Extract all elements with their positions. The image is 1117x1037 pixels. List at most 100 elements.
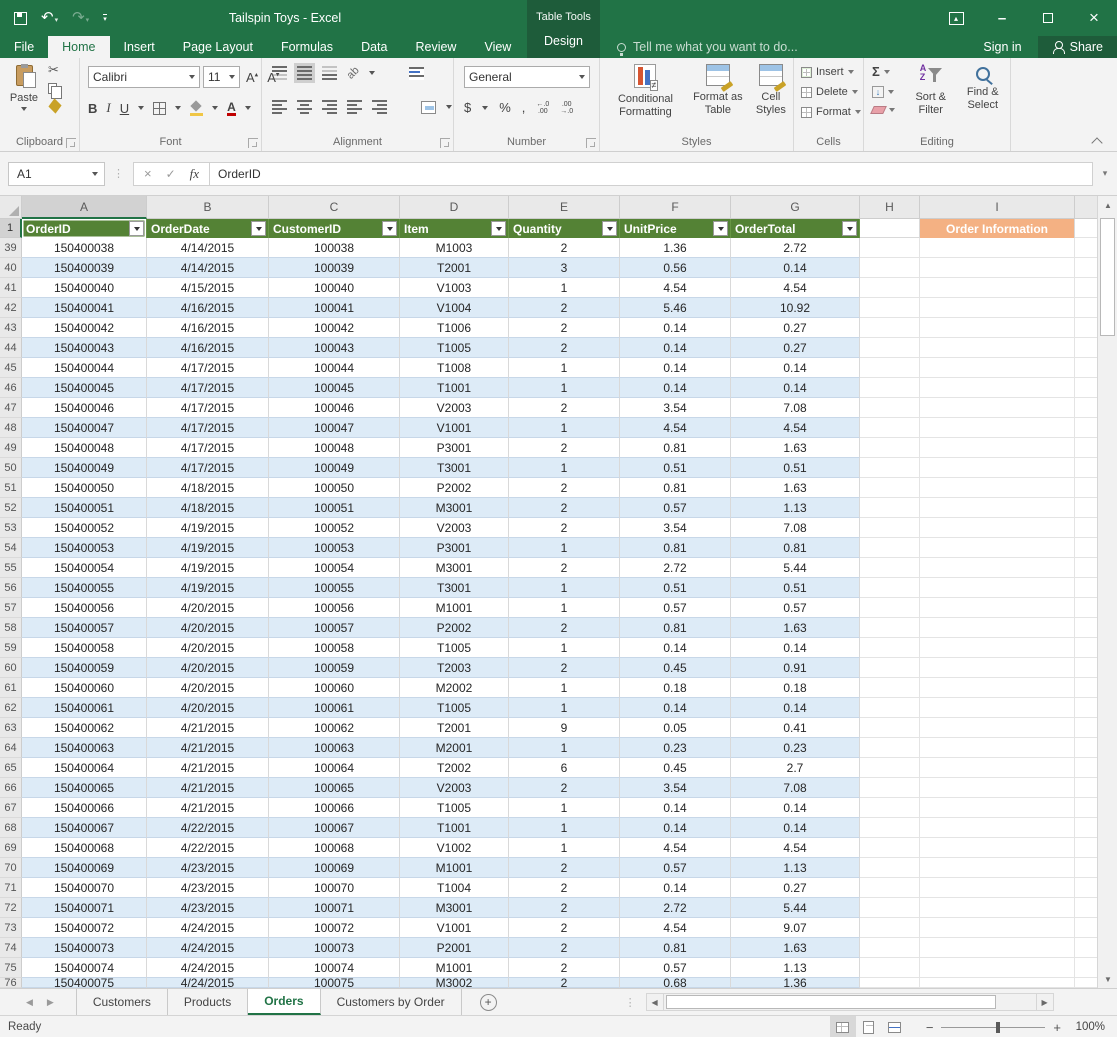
cell-orderdate[interactable]: 4/17/2015 [147, 378, 269, 398]
cell-empty[interactable] [920, 378, 1075, 398]
row-number[interactable]: 44 [0, 338, 22, 358]
cell-item[interactable]: M1001 [400, 858, 509, 878]
cell-orderdate[interactable]: 4/17/2015 [147, 398, 269, 418]
tab-insert[interactable]: Insert [110, 36, 169, 58]
zoom-out-button[interactable]: − [926, 1020, 934, 1035]
cell-ordertotal[interactable]: 5.44 [731, 898, 860, 918]
cell-orderid[interactable]: 150400040 [22, 278, 147, 298]
cell-empty[interactable] [860, 458, 920, 478]
cell-orderdate[interactable]: 4/18/2015 [147, 498, 269, 518]
zoom-slider-handle[interactable] [996, 1022, 1000, 1033]
cell-unitprice[interactable]: 0.45 [620, 658, 731, 678]
cell-unitprice[interactable]: 0.14 [620, 698, 731, 718]
increase-indent-icon[interactable] [372, 100, 387, 114]
cell-item[interactable]: M1003 [400, 238, 509, 258]
cell-empty[interactable] [920, 898, 1075, 918]
cell-unitprice[interactable]: 5.46 [620, 298, 731, 318]
cell-orderid[interactable]: 150400051 [22, 498, 147, 518]
cell-quantity[interactable]: 1 [509, 678, 620, 698]
cell-empty[interactable] [860, 598, 920, 618]
cell-ordertotal[interactable]: 0.23 [731, 738, 860, 758]
cell-item[interactable]: V1004 [400, 298, 509, 318]
cell-quantity[interactable]: 2 [509, 898, 620, 918]
row-number[interactable]: 46 [0, 378, 22, 398]
chevron-down-icon[interactable] [446, 105, 452, 109]
cell-orderdate[interactable]: 4/21/2015 [147, 758, 269, 778]
cell-empty[interactable] [860, 838, 920, 858]
align-right-icon[interactable] [322, 100, 337, 114]
cell-empty[interactable] [920, 418, 1075, 438]
cell-orderdate[interactable]: 4/19/2015 [147, 578, 269, 598]
cell-item[interactable]: T3001 [400, 578, 509, 598]
conditional-formatting-button[interactable]: Conditional Formatting [604, 64, 687, 119]
cell-unitprice[interactable]: 0.57 [620, 858, 731, 878]
cell-quantity[interactable]: 1 [509, 598, 620, 618]
cell-empty[interactable] [860, 558, 920, 578]
cell-empty[interactable] [920, 678, 1075, 698]
cell-orderid[interactable]: 150400069 [22, 858, 147, 878]
middle-align-icon[interactable] [297, 66, 312, 80]
cell-quantity[interactable]: 6 [509, 758, 620, 778]
cell-customerid[interactable]: 100049 [269, 458, 400, 478]
cell-item[interactable]: T2001 [400, 258, 509, 278]
sort-filter-button[interactable]: AZ Sort & Filter [906, 64, 956, 117]
cell-unitprice[interactable]: 3.54 [620, 778, 731, 798]
filter-dropdown-button[interactable] [129, 221, 144, 236]
cell-ordertotal[interactable]: 0.51 [731, 578, 860, 598]
cell-empty[interactable] [860, 278, 920, 298]
cell-ordertotal[interactable]: 1.13 [731, 498, 860, 518]
cell-ordertotal[interactable]: 2.7 [731, 758, 860, 778]
cell-orderid[interactable]: 150400061 [22, 698, 147, 718]
fill-button[interactable]: ↓ [872, 86, 895, 98]
cell-ordertotal[interactable]: 7.08 [731, 778, 860, 798]
cell-orderdate[interactable]: 4/16/2015 [147, 318, 269, 338]
cell-empty[interactable] [920, 718, 1075, 738]
row-number[interactable]: 61 [0, 678, 22, 698]
cell-ordertotal[interactable]: 7.08 [731, 398, 860, 418]
cell-quantity[interactable]: 1 [509, 698, 620, 718]
cell-empty[interactable] [920, 798, 1075, 818]
column-header-f[interactable]: F [620, 196, 731, 219]
cell-unitprice[interactable]: 0.23 [620, 738, 731, 758]
header-cell-orderid[interactable]: OrderID [22, 219, 147, 238]
cell-orderid[interactable]: 150400059 [22, 658, 147, 678]
row-number[interactable]: 45 [0, 358, 22, 378]
cell-unitprice[interactable]: 0.14 [620, 818, 731, 838]
next-sheet-icon[interactable]: ▶ [47, 997, 54, 1008]
cell-empty[interactable] [860, 738, 920, 758]
cell-unitprice[interactable]: 0.14 [620, 378, 731, 398]
cell-item[interactable]: V1001 [400, 418, 509, 438]
cell-orderdate[interactable]: 4/20/2015 [147, 678, 269, 698]
row-number[interactable]: 41 [0, 278, 22, 298]
cell-orderdate[interactable]: 4/14/2015 [147, 258, 269, 278]
autosum-button[interactable]: Σ [872, 66, 895, 78]
chevron-down-icon[interactable] [482, 106, 488, 110]
cell-empty[interactable] [920, 878, 1075, 898]
cell-empty[interactable] [920, 558, 1075, 578]
cell-empty[interactable] [920, 918, 1075, 938]
cell-empty[interactable] [920, 738, 1075, 758]
cell-orderdate[interactable]: 4/20/2015 [147, 598, 269, 618]
row-number[interactable]: 75 [0, 958, 22, 978]
row-number[interactable]: 63 [0, 718, 22, 738]
cell-quantity[interactable]: 2 [509, 398, 620, 418]
cell-item[interactable]: V1003 [400, 278, 509, 298]
cell-quantity[interactable]: 2 [509, 518, 620, 538]
cell-ordertotal[interactable]: 0.41 [731, 718, 860, 738]
cell-empty[interactable] [860, 398, 920, 418]
cell-orderdate[interactable]: 4/18/2015 [147, 478, 269, 498]
cell-quantity[interactable]: 1 [509, 578, 620, 598]
cell-empty[interactable] [860, 878, 920, 898]
row-number[interactable]: 49 [0, 438, 22, 458]
cell-orderid[interactable]: 150400054 [22, 558, 147, 578]
cell-ordertotal[interactable]: 0.91 [731, 658, 860, 678]
row-number[interactable]: 59 [0, 638, 22, 658]
cell-orderid[interactable]: 150400072 [22, 918, 147, 938]
row-number[interactable]: 39 [0, 238, 22, 258]
row-number[interactable]: 71 [0, 878, 22, 898]
cell-orderid[interactable]: 150400048 [22, 438, 147, 458]
cell-quantity[interactable]: 3 [509, 258, 620, 278]
row-number[interactable]: 40 [0, 258, 22, 278]
cell-quantity[interactable]: 2 [509, 338, 620, 358]
cell-unitprice[interactable]: 4.54 [620, 418, 731, 438]
